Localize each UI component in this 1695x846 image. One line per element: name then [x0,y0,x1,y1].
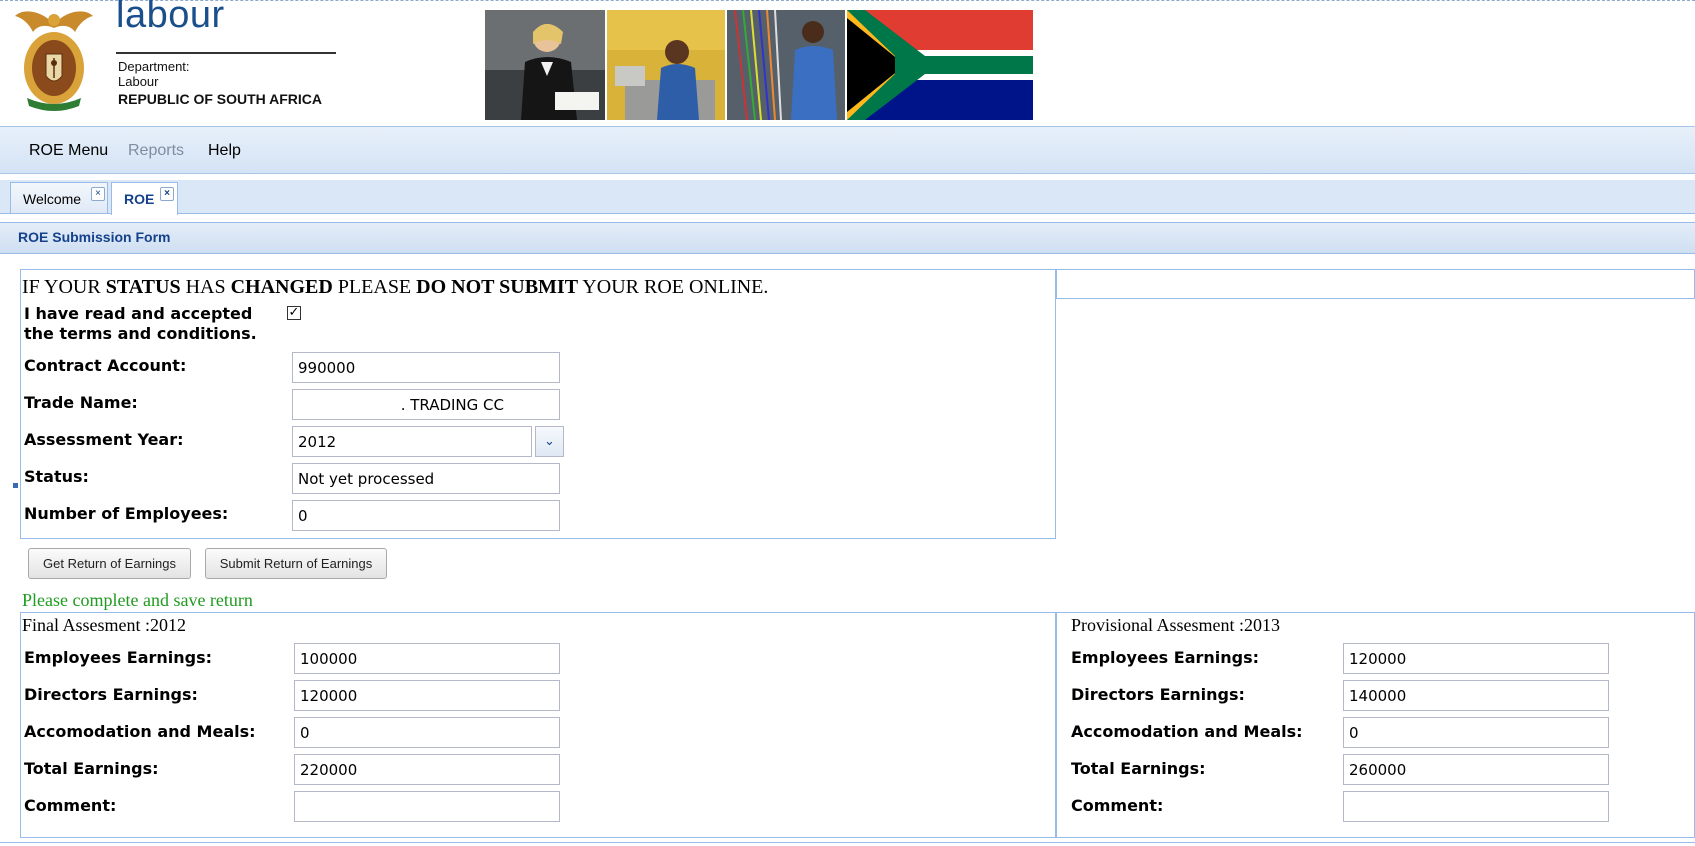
notice-text: PLEASE [332,276,417,298]
prov-directors-earnings-label: Directors Earnings: [1071,685,1245,704]
coat-of-arms-logo [15,11,93,111]
prov-accommodation-label: Accomodation and Meals: [1071,722,1303,741]
final-assessment-title: Final Assesment :2012 [22,615,187,635]
notice-emphasis: DO NOT SUBMIT [416,276,579,298]
check-icon: ✓ [288,305,300,320]
notice-text: IF YOUR [22,276,106,298]
chevron-down-icon[interactable]: ⌄ [535,426,564,457]
close-icon[interactable]: × [160,187,174,201]
status-field[interactable] [292,463,560,494]
assessment-year-select[interactable] [292,426,532,457]
prov-accommodation-input[interactable] [1343,717,1609,748]
brand-title: labour [116,0,225,36]
department-value: Labour [118,74,159,89]
prov-employees-earnings-label: Employees Earnings: [1071,648,1260,667]
final-directors-earnings-label: Directors Earnings: [24,685,198,704]
panel-header [0,222,1695,254]
department-name: Department: Labour [118,59,190,89]
prov-employees-earnings-input[interactable] [1343,643,1609,674]
terms-checkbox[interactable]: ✓ [287,306,301,320]
prov-comment-input[interactable] [1343,791,1609,822]
employees-label: Number of Employees: [24,504,229,523]
trade-name-input[interactable] [292,389,560,420]
terms-label: I have read and accepted the terms and c… [24,304,257,343]
menu-reports[interactable]: Reports [128,142,184,160]
right-empty-fieldset [1056,269,1695,299]
provisional-assessment-title: Provisional Assesment :2013 [1071,615,1281,635]
employees-input[interactable] [292,500,560,531]
tab-strip [0,180,1695,214]
tab-welcome-label: Welcome [23,191,82,207]
contract-account-label: Contract Account: [24,356,187,375]
status-label: Status: [24,467,89,486]
get-roe-button[interactable]: Get Return of Earnings [28,548,191,579]
contract-account-input[interactable] [292,352,560,383]
main-menu-bar [0,126,1695,174]
menu-help[interactable]: Help [208,142,241,160]
assessment-year-label: Assessment Year: [24,430,184,449]
prov-total-earnings-label: Total Earnings: [1071,759,1206,778]
brand-divider [116,52,336,54]
bottom-border [0,842,1695,843]
final-comment-label: Comment: [24,796,117,815]
prov-total-earnings-input[interactable] [1343,754,1609,785]
final-accommodation-input[interactable] [294,717,560,748]
prov-comment-label: Comment: [1071,796,1164,815]
final-comment-input[interactable] [294,791,560,822]
menu-roe[interactable]: ROE Menu [29,142,108,160]
prov-directors-earnings-input[interactable] [1343,680,1609,711]
department-label: Department: [118,59,190,74]
notice-text: YOUR ROE ONLINE. [578,276,769,298]
header-banner-image [485,10,1033,120]
tab-welcome[interactable]: Welcome × [10,182,108,213]
final-accommodation-label: Accomodation and Meals: [24,722,256,741]
final-total-earnings-label: Total Earnings: [24,759,159,778]
notice-text: HAS [180,276,231,298]
trade-name-label: Trade Name: [24,393,138,412]
final-employees-earnings-input[interactable] [294,643,560,674]
tab-roe[interactable]: ROE × [111,182,178,215]
close-icon[interactable]: × [91,187,105,201]
panel-title: ROE Submission Form [18,229,171,245]
tab-roe-label: ROE [124,191,155,207]
notice-emphasis: STATUS [105,276,181,298]
final-directors-earnings-input[interactable] [294,680,560,711]
country-name: REPUBLIC OF SOUTH AFRICA [118,91,323,107]
row-marker [13,483,18,488]
notice-emphasis: CHANGED [230,276,333,298]
final-total-earnings-input[interactable] [294,754,560,785]
submit-roe-button[interactable]: Submit Return of Earnings [205,548,387,579]
complete-return-message: Please complete and save return [22,590,253,610]
final-employees-earnings-label: Employees Earnings: [24,648,213,667]
status-warning-notice: IF YOUR STATUS HAS CHANGED PLEASE DO NOT… [22,276,768,299]
